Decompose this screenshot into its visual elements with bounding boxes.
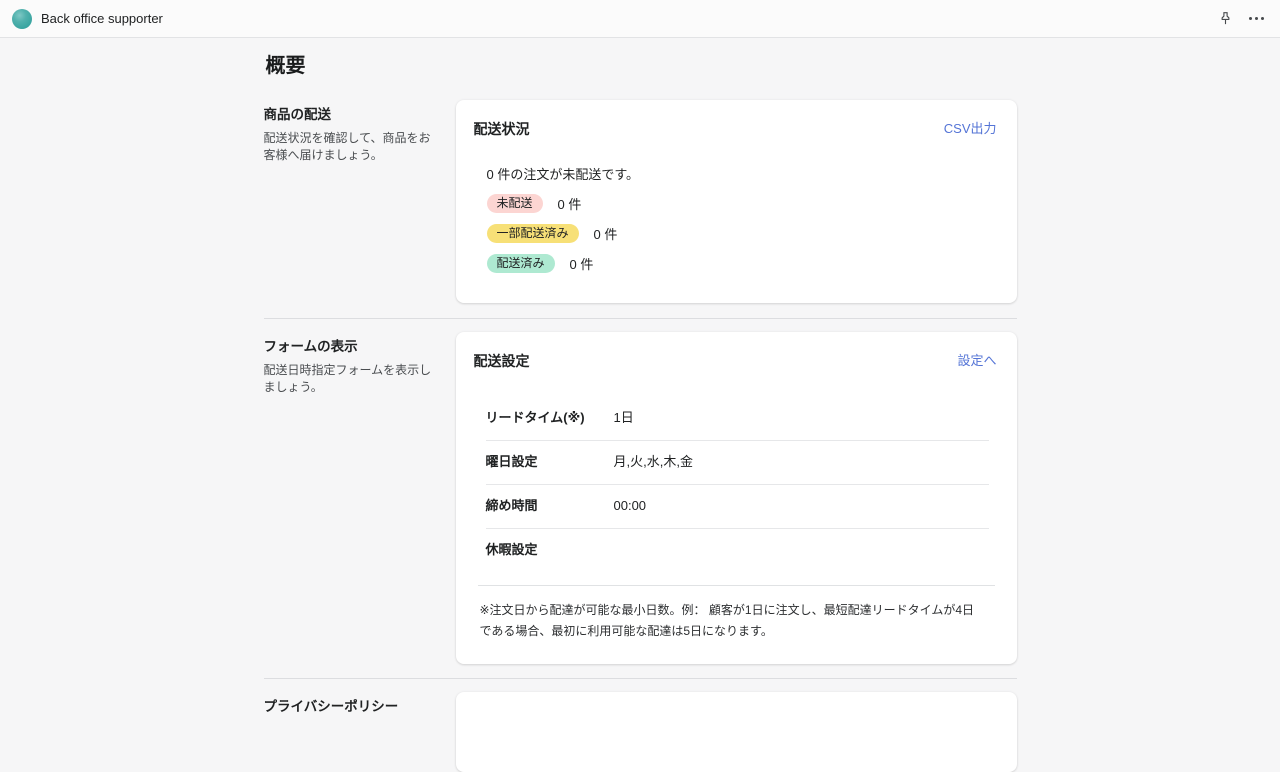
setting-row-cutoff-time: 締め時間 00:00 xyxy=(486,485,989,529)
status-badge-unfulfilled: 未配送 xyxy=(487,194,543,213)
app-identity: Back office supporter xyxy=(12,9,163,29)
section-privacy-policy: プライバシーポリシー xyxy=(264,679,1017,772)
annotation-privacy-policy: プライバシーポリシー xyxy=(264,692,439,722)
page: 概要 商品の配送 配送状況を確認して、商品をお客様へ届けましょう。 配送状況 C… xyxy=(264,53,1017,772)
topbar: Back office supporter xyxy=(0,0,1280,38)
card-title-delivery-settings: 配送設定 xyxy=(474,351,530,371)
pin-button[interactable] xyxy=(1216,9,1235,28)
settings-table: リードタイム(※) 1日 曜日設定 月,火,水,木,金 締め時間 00:00 休… xyxy=(486,397,989,572)
status-count-partially-fulfilled: 0 件 xyxy=(594,224,618,243)
setting-label: 締め時間 xyxy=(486,498,614,514)
lead-time-footnote: ※注文日から配達が可能な最小日数。例： 顧客が1日に注文し、最短配達リードタイム… xyxy=(478,585,995,664)
delivery-settings-card-header: 配送設定 設定へ xyxy=(456,332,1017,371)
setting-value: 00:00 xyxy=(614,498,647,514)
delivery-status-card-body: 0 件の注文が未配送です。 未配送 0 件 一部配送済み 0 件 配送済み 0 … xyxy=(456,139,1017,303)
setting-row-vacation: 休暇設定 xyxy=(486,529,989,572)
go-to-settings-link[interactable]: 設定へ xyxy=(957,351,996,371)
status-count-unfulfilled: 0 件 xyxy=(558,194,582,213)
section-description: 配送状況を確認して、商品をお客様へ届けましょう。 xyxy=(264,130,439,165)
unfulfilled-summary: 0 件の注文が未配送です。 xyxy=(487,167,989,183)
section-description: 配送日時指定フォームを表示しましょう。 xyxy=(264,362,439,397)
setting-label: 曜日設定 xyxy=(486,454,614,470)
csv-export-link[interactable]: CSV出力 xyxy=(944,119,997,139)
status-count-fulfilled: 0 件 xyxy=(570,254,594,273)
status-row-partially-fulfilled: 一部配送済み 0 件 xyxy=(487,224,989,243)
status-badge-partially-fulfilled: 一部配送済み xyxy=(487,224,579,243)
setting-label: リードタイム(※) xyxy=(486,410,614,426)
status-row-unfulfilled: 未配送 0 件 xyxy=(487,194,989,213)
section-heading: フォームの表示 xyxy=(264,335,439,355)
topbar-actions xyxy=(1216,9,1266,28)
section-heading: 商品の配送 xyxy=(264,103,439,123)
card-title-delivery-status: 配送状況 xyxy=(474,119,530,139)
delivery-status-card: 配送状況 CSV出力 0 件の注文が未配送です。 未配送 0 件 一部配送済み … xyxy=(456,100,1017,303)
setting-value: 1日 xyxy=(614,410,634,426)
setting-value: 月,火,水,木,金 xyxy=(614,454,693,470)
section-product-delivery: 商品の配送 配送状況を確認して、商品をお客様へ届けましょう。 配送状況 CSV出… xyxy=(264,79,1017,318)
delivery-settings-card: 配送設定 設定へ リードタイム(※) 1日 曜日設定 月,火,水,木,金 締め時… xyxy=(456,332,1017,664)
privacy-policy-card xyxy=(456,692,1017,772)
section-form-display: フォームの表示 配送日時指定フォームを表示しましょう。 配送設定 設定へ リード… xyxy=(264,319,1017,678)
delivery-status-card-header: 配送状況 CSV出力 xyxy=(456,100,1017,139)
annotation-form-display: フォームの表示 配送日時指定フォームを表示しましょう。 xyxy=(264,332,439,397)
annotation-product-delivery: 商品の配送 配送状況を確認して、商品をお客様へ届けましょう。 xyxy=(264,100,439,165)
status-row-fulfilled: 配送済み 0 件 xyxy=(487,254,989,273)
section-heading: プライバシーポリシー xyxy=(264,695,439,715)
pin-icon xyxy=(1218,11,1233,26)
setting-row-weekdays: 曜日設定 月,火,水,木,金 xyxy=(486,441,989,485)
setting-label: 休暇設定 xyxy=(486,542,614,558)
ellipsis-icon xyxy=(1249,17,1264,20)
app-logo-icon xyxy=(12,9,32,29)
page-title: 概要 xyxy=(266,53,1017,79)
status-badge-fulfilled: 配送済み xyxy=(487,254,555,273)
more-button[interactable] xyxy=(1247,15,1266,22)
setting-row-lead-time: リードタイム(※) 1日 xyxy=(486,397,989,441)
app-name: Back office supporter xyxy=(41,11,163,26)
